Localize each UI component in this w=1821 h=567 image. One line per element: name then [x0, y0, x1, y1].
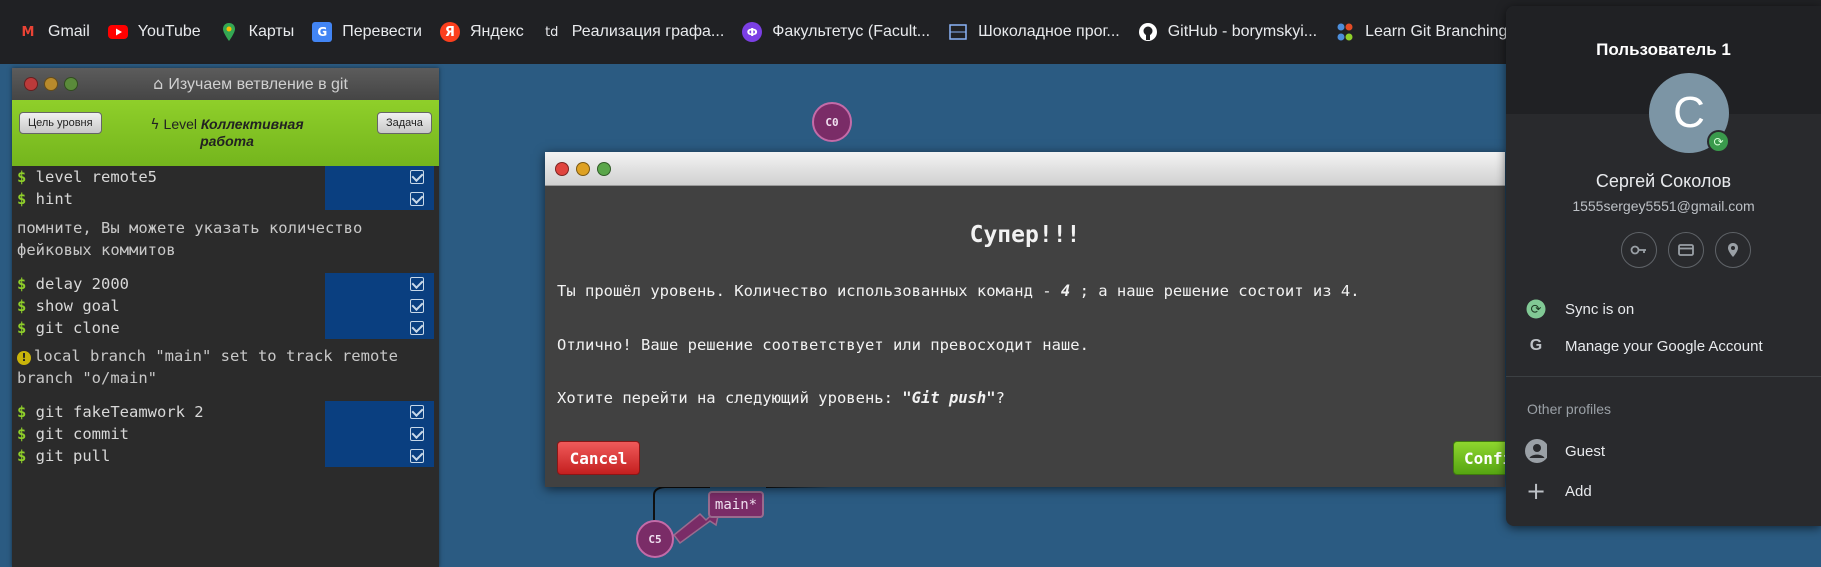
commit-node[interactable]: C0	[812, 102, 852, 142]
command-line: $ level remote5	[17, 168, 157, 186]
add-profile-row[interactable]: + Add	[1506, 473, 1821, 509]
check-icon	[410, 449, 424, 463]
card-icon	[1678, 244, 1694, 256]
key-icon	[1630, 245, 1646, 255]
svg-text:⟳: ⟳	[1531, 303, 1542, 318]
passwords-button[interactable]	[1621, 232, 1657, 268]
command-line: $ git commit	[17, 425, 129, 443]
check-icon	[410, 192, 424, 206]
dialog-heading: Супер!!!	[969, 222, 1081, 248]
minimize-dot-icon[interactable]	[576, 162, 590, 176]
command-line: $ git pull	[17, 447, 111, 465]
profile-user-name: Сергей Соколов	[1595, 171, 1732, 191]
check-icon	[410, 405, 424, 419]
lightning-icon: ϟ	[150, 117, 160, 133]
command-line: $ git clone	[17, 319, 120, 337]
level-complete-dialog: Супер!!! Ты прошёл уровень. Количество и…	[545, 152, 1505, 487]
command-sidebar: ⌂ Изучаем ветвление в git Цель уровня ϟ …	[12, 68, 439, 567]
command-line: $ hint	[17, 190, 73, 208]
divider	[1506, 376, 1821, 377]
level-label: ϟ Level Коллективная работа	[150, 116, 304, 149]
guest-profile-row[interactable]: Guest	[1506, 433, 1821, 469]
warning-icon: !	[17, 351, 31, 365]
sync-icon: ⟳	[1525, 298, 1547, 320]
task-button[interactable]: Задача	[377, 112, 432, 134]
warning-message: ! local branch "main" set to track remote…	[17, 347, 398, 387]
sync-badge-icon: ⟳	[1707, 130, 1730, 153]
plus-icon: +	[1525, 477, 1547, 505]
guest-avatar-icon	[1525, 439, 1547, 463]
location-icon	[1728, 243, 1738, 257]
sync-status-row[interactable]: ⟳ Sync is on	[1506, 291, 1821, 327]
check-icon	[410, 170, 424, 184]
result-line: Ты прошёл уровень. Количество использова…	[557, 282, 1360, 300]
payment-methods-button[interactable]	[1668, 232, 1704, 268]
close-dot-icon[interactable]	[555, 162, 569, 176]
success-line: Отлично! Ваше решение соответствует или …	[557, 336, 1089, 354]
command-line: $ show goal	[17, 297, 120, 315]
confirm-button[interactable]: Confirm	[1453, 441, 1505, 475]
dialog-titlebar	[545, 152, 1505, 186]
addresses-button[interactable]	[1715, 232, 1751, 268]
cancel-button[interactable]: Cancel	[557, 441, 640, 475]
sidebar-titlebar: ⌂ Изучаем ветвление в git	[12, 68, 439, 100]
check-icon	[410, 427, 424, 441]
profile-email: 1555sergey5551@gmail.com	[1572, 198, 1755, 214]
command-line: $ git fakeTeamwork 2	[17, 403, 204, 421]
manage-account-row[interactable]: G Manage your Google Account	[1506, 328, 1821, 364]
check-icon	[410, 321, 424, 335]
check-icon	[410, 299, 424, 313]
command-line: $ delay 2000	[17, 275, 129, 293]
google-g-icon: G	[1529, 337, 1543, 354]
next-level-question: Хотите перейти на следующий уровень: "Gi…	[557, 389, 1005, 407]
commit-node[interactable]: C5	[636, 520, 674, 558]
home-icon: ⌂	[153, 74, 169, 93]
profile-menu: Пользователь 1 С ⟳ Сергей Соколов 1555se…	[1506, 6, 1821, 526]
check-icon	[410, 277, 424, 291]
level-goal-button[interactable]: Цель уровня	[19, 112, 102, 134]
branch-label[interactable]: main*	[708, 491, 764, 518]
maximize-dot-icon[interactable]	[597, 162, 611, 176]
hint-message: помните, Вы можете указать количество фе…	[17, 219, 363, 259]
sidebar-title: ⌂ Изучаем ветвление в git	[153, 74, 348, 93]
level-bar: Цель уровня ϟ Level Коллективная работа …	[12, 100, 439, 166]
other-profiles-heading: Other profiles	[1527, 401, 1612, 417]
profile-header-title: Пользователь 1	[1596, 40, 1731, 59]
